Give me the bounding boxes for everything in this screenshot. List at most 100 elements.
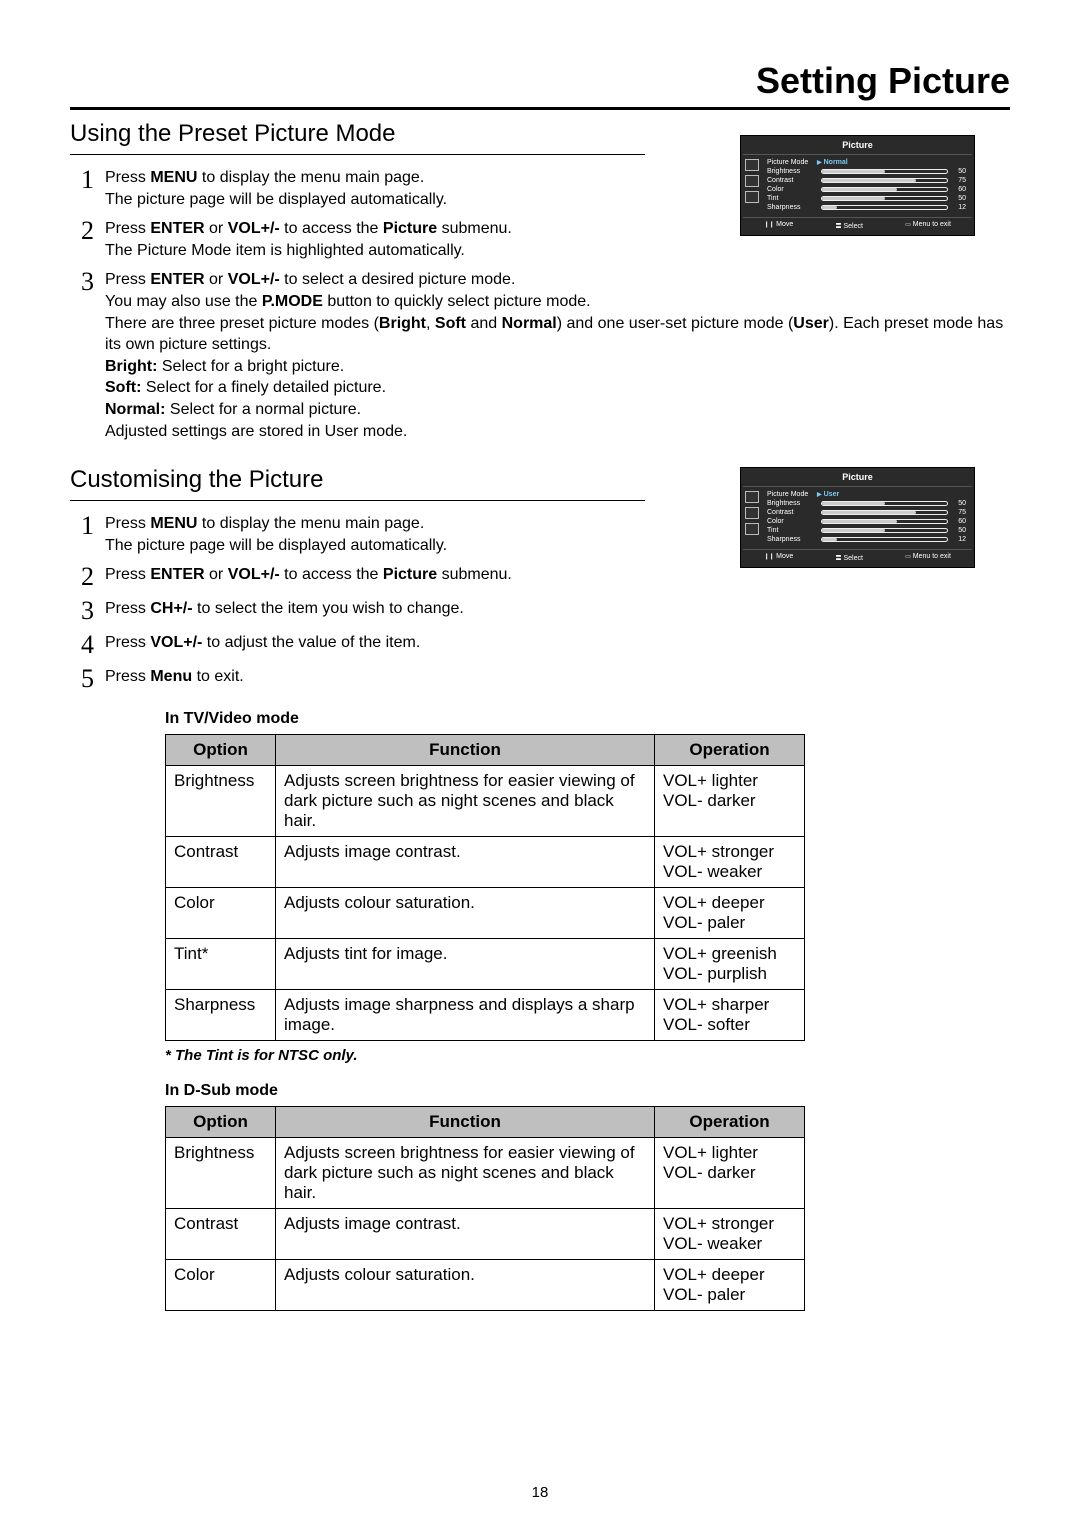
osd-value: 50 bbox=[952, 527, 966, 534]
table2: OptionFunctionOperationBrightnessAdjusts… bbox=[165, 1106, 805, 1311]
osd-value: 75 bbox=[952, 177, 966, 184]
osd-label: Brightness bbox=[767, 168, 817, 175]
osd-slider bbox=[821, 187, 948, 192]
osd-slider bbox=[821, 519, 948, 524]
osd-slider bbox=[821, 501, 948, 506]
step-body: Press MENU to display the menu main page… bbox=[105, 167, 660, 210]
table1-caption: In TV/Video mode bbox=[165, 710, 1010, 728]
table-header: Operation bbox=[655, 735, 805, 766]
table-cell: Adjusts colour saturation. bbox=[276, 888, 655, 939]
table-header: Function bbox=[276, 735, 655, 766]
table-row: Tint*Adjusts tint for image.VOL+ greenis… bbox=[166, 939, 805, 990]
step-body: Press ENTER or VOL+/- to select a desire… bbox=[105, 269, 1005, 442]
step-row: 3Press ENTER or VOL+/- to select a desir… bbox=[70, 269, 1010, 442]
osd-tab-icon bbox=[745, 175, 759, 187]
step-number: 1 bbox=[70, 513, 105, 539]
osd-row: Sharpness 12 bbox=[767, 204, 966, 211]
osd-value: 60 bbox=[952, 186, 966, 193]
table1-note: * The Tint is for NTSC only. bbox=[165, 1047, 1010, 1064]
osd-value: 60 bbox=[952, 518, 966, 525]
table-cell: VOL+ lighter VOL- darker bbox=[655, 1138, 805, 1209]
table-cell: Brightness bbox=[166, 1138, 276, 1209]
section1-heading: Using the Preset Picture Mode bbox=[70, 120, 645, 155]
osd-label: Color bbox=[767, 518, 817, 525]
osd-tab-icons bbox=[743, 155, 761, 217]
step-row: 5Press Menu to exit. bbox=[70, 666, 1010, 692]
step-number: 1 bbox=[70, 167, 105, 193]
osd-row: Brightness50 bbox=[767, 500, 966, 507]
step-row: 4Press VOL+/- to adjust the value of the… bbox=[70, 632, 1010, 658]
table-cell: VOL+ greenish VOL- purplish bbox=[655, 939, 805, 990]
step-body: Press MENU to display the menu main page… bbox=[105, 513, 660, 556]
page-title: Setting Picture bbox=[70, 60, 1010, 110]
step-body: Press CH+/- to select the item you wish … bbox=[105, 598, 660, 620]
osd-footer: MoveSelectMenu to exit bbox=[743, 217, 972, 233]
osd-slider bbox=[821, 178, 948, 183]
osd-row: Brightness 50 bbox=[767, 168, 966, 175]
osd-slider bbox=[821, 205, 948, 210]
step-body: Press ENTER or VOL+/- to access the Pict… bbox=[105, 218, 660, 261]
table-cell: Adjusts image contrast. bbox=[276, 1209, 655, 1260]
osd-row-picture-mode: Picture ModeNormal bbox=[767, 159, 966, 166]
table-row: ColorAdjusts colour saturation.VOL+ deep… bbox=[166, 1260, 805, 1311]
osd-hint-move: Move bbox=[764, 221, 793, 230]
step-number: 4 bbox=[70, 632, 105, 658]
table-cell: Adjusts image sharpness and displays a s… bbox=[276, 990, 655, 1041]
osd-hint-select: Select bbox=[835, 553, 862, 562]
table2-caption: In D-Sub mode bbox=[165, 1082, 1010, 1100]
osd-slider bbox=[821, 196, 948, 201]
table-cell: Color bbox=[166, 888, 276, 939]
osd-label: Brightness bbox=[767, 500, 817, 507]
page-number: 18 bbox=[0, 1484, 1080, 1501]
osd-footer: Move Select Menu to exit bbox=[743, 549, 972, 565]
osd-tab-icons bbox=[743, 487, 761, 549]
osd-hint-exit: Menu to exit bbox=[905, 553, 951, 562]
step-body: Press VOL+/- to adjust the value of the … bbox=[105, 632, 660, 654]
osd-row: Tint 50 bbox=[767, 527, 966, 534]
osd-mode-value: Normal bbox=[817, 159, 848, 166]
step-number: 2 bbox=[70, 564, 105, 590]
step-number: 3 bbox=[70, 598, 105, 624]
osd-menu-normal: PicturePicture ModeNormalBrightness50Con… bbox=[740, 135, 975, 236]
osd-label: Contrast bbox=[767, 509, 817, 516]
osd-hint-exit: Menu to exit bbox=[905, 221, 951, 230]
osd-tab-icon bbox=[745, 159, 759, 171]
table-header: Option bbox=[166, 1107, 276, 1138]
osd-hint-move: Move bbox=[764, 553, 793, 562]
osd-value: 50 bbox=[952, 168, 966, 175]
osd-label: Tint bbox=[767, 527, 817, 534]
osd-row: Contrast75 bbox=[767, 509, 966, 516]
osd-label: Tint bbox=[767, 195, 817, 202]
table1: OptionFunctionOperationBrightnessAdjusts… bbox=[165, 734, 805, 1041]
table-cell: Adjusts image contrast. bbox=[276, 837, 655, 888]
table-cell: Adjusts screen brightness for easier vie… bbox=[276, 766, 655, 837]
step-body: Press ENTER or VOL+/- to access the Pict… bbox=[105, 564, 660, 586]
table-row: ColorAdjusts colour saturation.VOL+ deep… bbox=[166, 888, 805, 939]
table-cell: VOL+ stronger VOL- weaker bbox=[655, 837, 805, 888]
osd-row: Color 60 bbox=[767, 518, 966, 525]
table-row: ContrastAdjusts image contrast.VOL+ stro… bbox=[166, 1209, 805, 1260]
osd-tab-icon bbox=[745, 507, 759, 519]
table-cell: Contrast bbox=[166, 1209, 276, 1260]
table-cell: Tint* bbox=[166, 939, 276, 990]
osd-value: 50 bbox=[952, 195, 966, 202]
osd-slider bbox=[821, 537, 948, 542]
osd-tab-icon bbox=[745, 523, 759, 535]
table-cell: VOL+ deeper VOL- paler bbox=[655, 888, 805, 939]
table-cell: VOL+ stronger VOL- weaker bbox=[655, 1209, 805, 1260]
step-number: 2 bbox=[70, 218, 105, 244]
osd-slider bbox=[821, 528, 948, 533]
osd-tab-icon bbox=[745, 191, 759, 203]
osd-slider bbox=[821, 510, 948, 515]
osd-label: Picture Mode bbox=[767, 491, 817, 498]
step-row: 2Press ENTER or VOL+/- to access the Pic… bbox=[70, 564, 1010, 590]
table-row: BrightnessAdjusts screen brightness for … bbox=[166, 766, 805, 837]
osd-value: 12 bbox=[952, 204, 966, 211]
osd-row: Contrast75 bbox=[767, 177, 966, 184]
table-header: Function bbox=[276, 1107, 655, 1138]
table-cell: Adjusts colour saturation. bbox=[276, 1260, 655, 1311]
step-body: Press Menu to exit. bbox=[105, 666, 660, 688]
table-row: BrightnessAdjusts screen brightness for … bbox=[166, 1138, 805, 1209]
osd-label: Sharpness bbox=[767, 536, 817, 543]
osd-label: Sharpness bbox=[767, 204, 817, 211]
